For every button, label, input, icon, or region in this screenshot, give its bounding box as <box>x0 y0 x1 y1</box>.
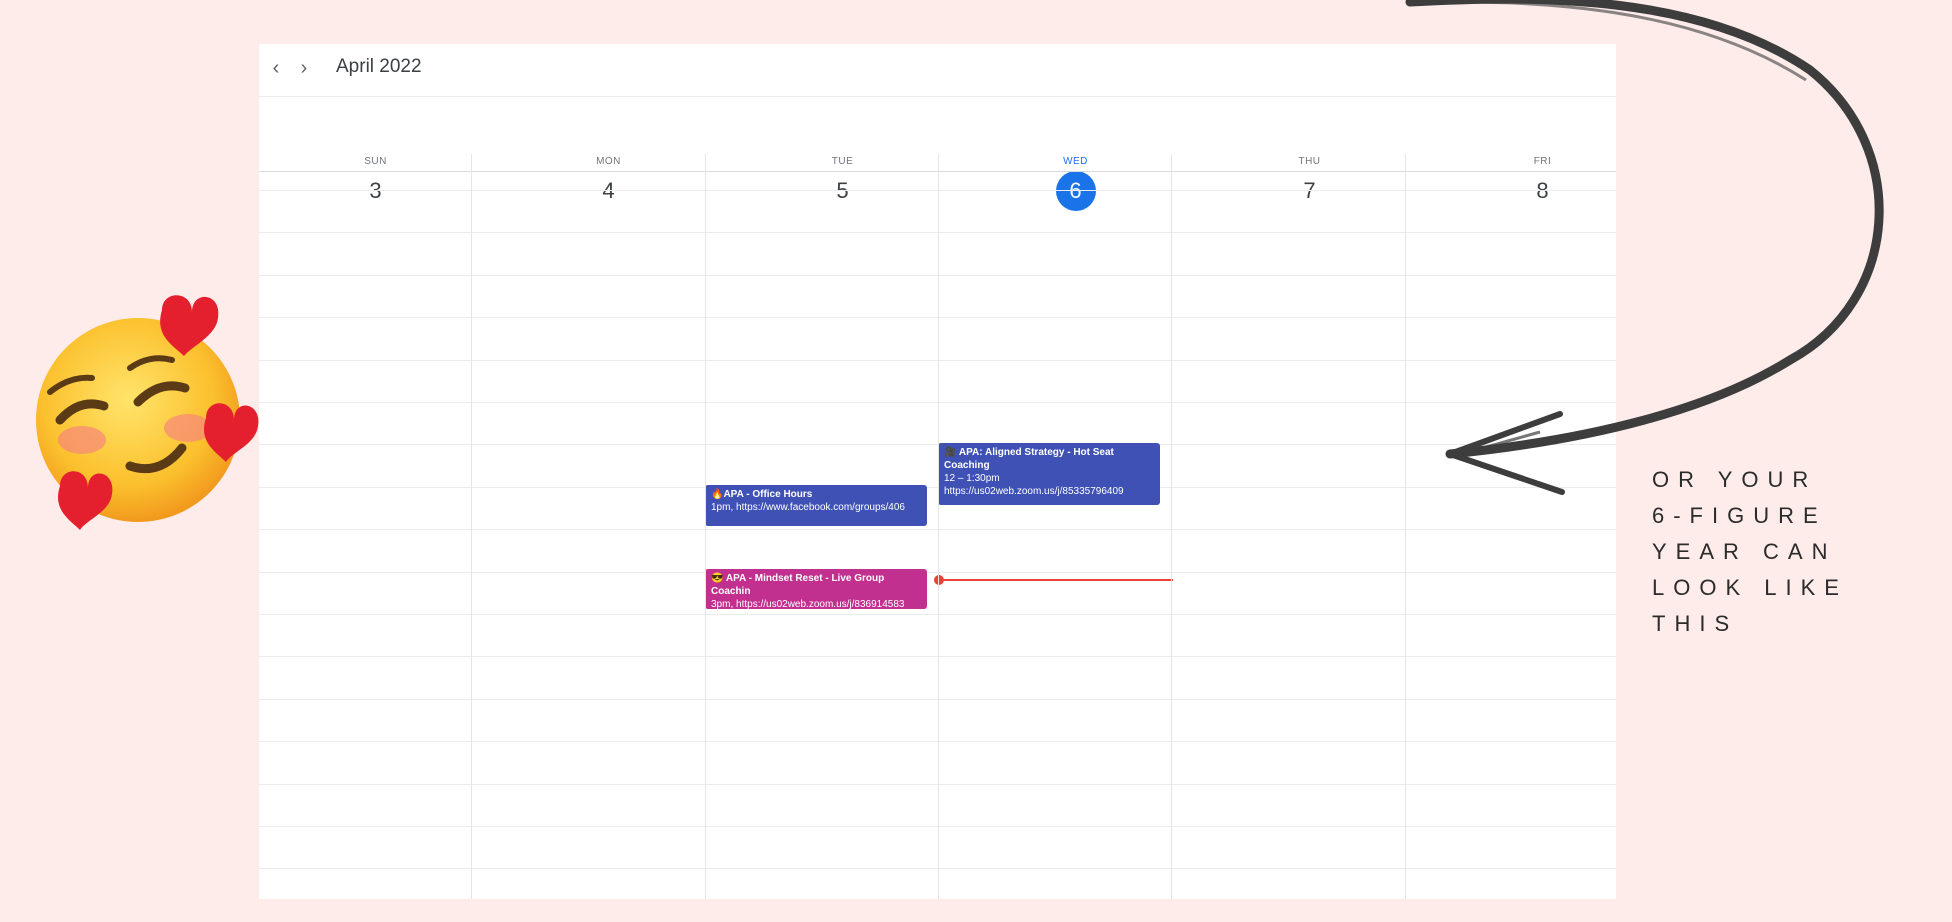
day-number[interactable]: 7 <box>1290 171 1330 211</box>
event-time: 12 – 1:30pm <box>944 473 1000 484</box>
tagline-line: LOOK LIKE <box>1652 575 1848 600</box>
smiling-face-with-hearts-icon <box>36 295 259 530</box>
event-detail: https://us02web.zoom.us/j/85335796409 <box>944 486 1124 497</box>
month-title: April 2022 <box>336 56 422 77</box>
event-office-hours[interactable]: 🔥APA - Office Hours 1pm, https://www.fac… <box>705 485 927 526</box>
event-detail: 3pm, https://us02web.zoom.us/j/836914583 <box>711 599 905 609</box>
next-week-button[interactable]: › <box>293 56 315 80</box>
day-column-divider <box>471 154 472 899</box>
day-column-divider <box>938 154 939 899</box>
day-header-sun[interactable]: SUN 3 <box>259 96 492 216</box>
event-title: APA - Office Hours <box>723 489 813 500</box>
tagline-line: 6-FIGURE <box>1652 503 1827 528</box>
day-column-divider <box>1171 154 1172 899</box>
tagline-line: THIS <box>1652 611 1739 636</box>
event-detail: 1pm, https://www.facebook.com/groups/406 <box>711 502 905 513</box>
day-of-week: MON <box>596 156 621 167</box>
day-column-divider <box>705 154 706 899</box>
prev-week-button[interactable]: ‹ <box>265 56 287 80</box>
day-of-week: TUE <box>831 156 854 167</box>
day-number[interactable]: 4 <box>589 171 629 211</box>
tagline: OR YOUR 6-FIGURE YEAR CAN LOOK LIKE THIS <box>1652 462 1848 642</box>
tagline-line: OR YOUR <box>1652 467 1818 492</box>
day-header-wed[interactable]: WED 6 <box>959 96 1192 216</box>
day-number[interactable]: 3 <box>356 171 396 211</box>
curved-arrow-icon <box>1405 0 1884 495</box>
event-title: APA: Aligned Strategy - Hot Seat Coachin… <box>944 447 1114 471</box>
today-day-number[interactable]: 6 <box>1055 171 1096 211</box>
tagline-line: YEAR CAN <box>1652 539 1837 564</box>
video-camera-icon: 🎥 <box>944 447 957 458</box>
event-aligned-strategy[interactable]: 🎥 APA: Aligned Strategy - Hot Seat Coach… <box>938 443 1160 505</box>
day-number[interactable]: 5 <box>823 171 863 211</box>
day-header-tue[interactable]: TUE 5 <box>726 96 959 216</box>
event-title: APA - Mindset Reset - Live Group Coachin <box>711 573 885 597</box>
day-header-mon[interactable]: MON 4 <box>492 96 725 216</box>
day-of-week: SUN <box>364 156 387 167</box>
event-mindset-reset[interactable]: 😎 APA - Mindset Reset - Live Group Coach… <box>705 569 927 609</box>
current-time-line <box>939 579 1173 581</box>
day-of-week: WED <box>1063 156 1088 167</box>
sunglasses-face-icon: 😎 <box>711 573 724 584</box>
fire-icon: 🔥 <box>711 489 724 500</box>
